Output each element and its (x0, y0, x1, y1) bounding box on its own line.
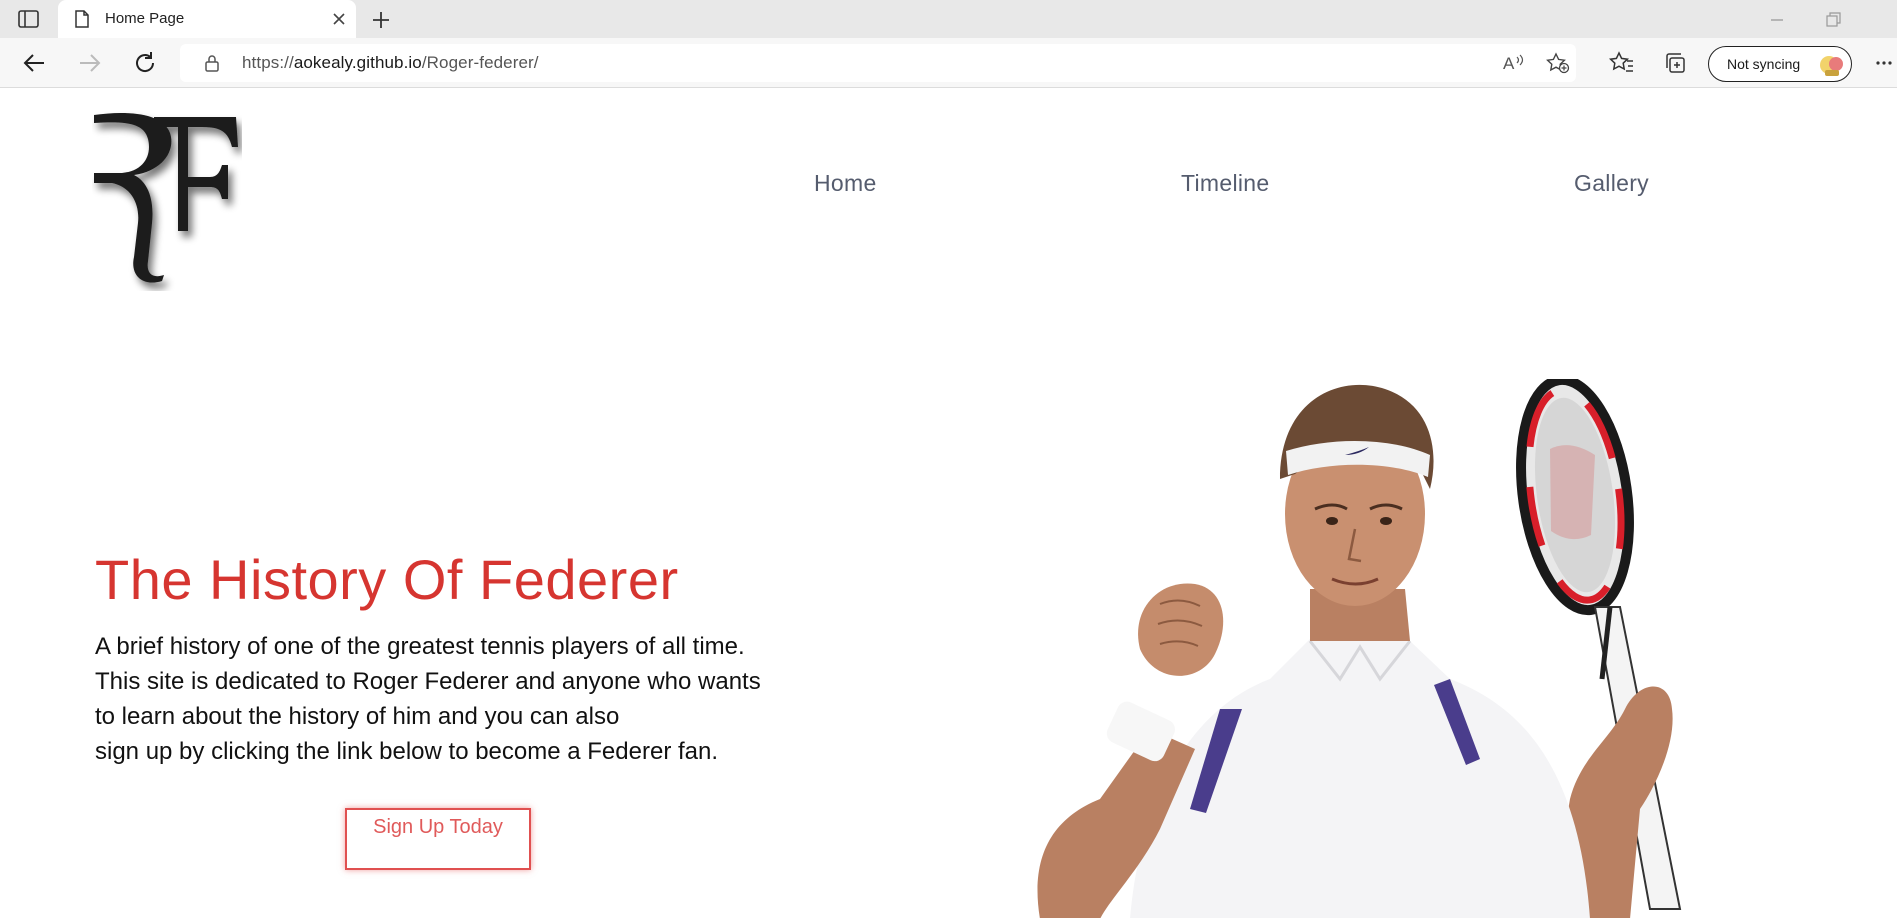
hero-line: This site is dedicated to Roger Federer … (95, 668, 761, 695)
site-logo[interactable] (92, 111, 242, 291)
more-options-icon[interactable] (1870, 49, 1897, 77)
avatar (1819, 52, 1845, 78)
refresh-icon[interactable] (131, 49, 159, 77)
restore-icon[interactable] (1822, 9, 1844, 31)
player-photo (1010, 374, 1730, 918)
hero-line: A brief history of one of the greatest t… (95, 633, 745, 660)
url-text[interactable]: https://aokealy.github.io/Roger-federer/ (242, 53, 539, 73)
sync-status-label: Not syncing (1727, 56, 1801, 72)
tab-home-page[interactable]: Home Page (58, 0, 356, 38)
new-tab-button[interactable] (370, 9, 392, 31)
forward-icon[interactable] (76, 49, 104, 77)
nav-timeline-link[interactable]: Timeline (1181, 170, 1269, 197)
back-icon[interactable] (20, 49, 48, 77)
address-bar[interactable]: https://aokealy.github.io/Roger-federer/… (180, 44, 1576, 82)
collections-icon[interactable] (1662, 49, 1690, 77)
read-aloud-icon[interactable]: A (1502, 52, 1526, 74)
browser-toolbar: https://aokealy.github.io/Roger-federer/… (0, 38, 1897, 88)
nav-home-link[interactable]: Home (814, 170, 877, 197)
tab-title: Home Page (105, 10, 185, 27)
hero-title: The History Of Federer (95, 548, 679, 611)
nav-gallery-link[interactable]: Gallery (1574, 170, 1649, 197)
sign-up-button[interactable]: Sign Up Today (345, 808, 531, 870)
tab-actions-icon[interactable] (18, 10, 40, 28)
hero-line: sign up by clicking the link below to be… (95, 738, 719, 765)
lock-icon[interactable] (204, 54, 220, 72)
minimize-icon[interactable] (1766, 9, 1788, 31)
svg-text:A: A (1503, 54, 1515, 73)
profile-sync-button[interactable]: Not syncing (1708, 46, 1852, 82)
close-icon[interactable] (330, 10, 348, 28)
add-favorite-icon[interactable] (1546, 52, 1570, 74)
tab-bar: Home Page (0, 0, 1897, 38)
page-content: Home Timeline Gallery The History Of Fed… (0, 89, 1897, 918)
favorites-icon[interactable] (1608, 49, 1636, 77)
hero-line: to learn about the history of him and yo… (95, 703, 620, 730)
hero-description: A brief history of one of the greatest t… (95, 629, 885, 769)
page-icon (74, 10, 90, 28)
